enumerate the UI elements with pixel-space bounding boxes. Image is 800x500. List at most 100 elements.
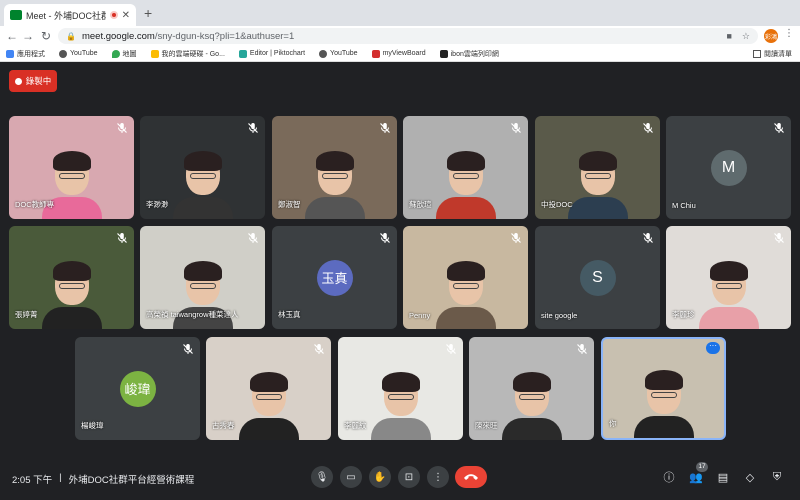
globe-icon: [59, 49, 67, 58]
separator: |: [59, 472, 62, 483]
mic-off-icon: [510, 121, 522, 133]
host-controls-button[interactable]: ⛨: [769, 469, 785, 485]
camera-button[interactable]: ▭: [340, 466, 362, 488]
more-options-icon[interactable]: ···: [706, 342, 720, 354]
mic-off-icon: [445, 342, 457, 354]
bookmark-myviewboard[interactable]: myViewBoard: [371, 49, 426, 58]
participant-name: 你: [609, 419, 617, 428]
bookmark-youtube-2[interactable]: YouTube: [319, 49, 358, 58]
leave-call-button[interactable]: [455, 466, 487, 488]
ibon-icon: [439, 49, 448, 58]
profile-avatar[interactable]: 彩鴻: [764, 29, 778, 43]
participant-tile[interactable]: M M Chiu: [666, 116, 791, 219]
participant-name: 李麗珍: [672, 310, 695, 319]
chat-button[interactable]: ▤: [715, 469, 731, 485]
mic-off-icon: [379, 231, 391, 243]
info-icon: ⓘ: [663, 472, 675, 484]
participant-tile[interactable]: 蘇歆瑄: [403, 116, 528, 219]
participant-tile[interactable]: 峻瑋楊峻瑋: [75, 337, 200, 440]
participant-avatar: 峻瑋: [119, 370, 156, 407]
recording-badge[interactable]: 錄製中: [9, 70, 57, 92]
activities-button[interactable]: ◇: [742, 469, 758, 485]
mic-off-icon: [576, 342, 588, 354]
back-icon[interactable]: ←: [4, 29, 20, 43]
tab-strip: Meet - 外埔DOC社群平台經 ✕ +: [0, 0, 800, 26]
video-camera-icon: ▭: [346, 471, 356, 483]
record-dot-icon: [14, 77, 22, 85]
participant-avatar: 玉真: [316, 259, 353, 296]
participant-video: [41, 261, 102, 329]
participant-name: 林玉真: [278, 310, 301, 319]
meeting-title: 外埔DOC社群平台經營術課程: [68, 475, 195, 486]
hang-up-icon: [464, 474, 478, 480]
participant-name: 李渺渺: [146, 200, 169, 209]
more-options-button[interactable]: ⋮: [427, 466, 449, 488]
participant-name: 高榮禎 taiwangrow種菜達人: [146, 310, 239, 319]
raise-hand-button[interactable]: ✋: [369, 466, 391, 488]
bookmark-ibon[interactable]: ibon雲端列印網: [439, 49, 499, 59]
participant-tile[interactable]: Ssite google: [535, 226, 660, 329]
camera-icon[interactable]: ■: [726, 31, 731, 42]
shapes-icon: ◇: [745, 471, 755, 484]
forward-icon[interactable]: →: [20, 29, 36, 43]
bookmarks-bar: 應用程式 YouTube 地圖 我的雲端硬碟 - Go... Editor | …: [0, 46, 800, 62]
microphone-button[interactable]: 🎙: [311, 466, 333, 488]
mic-off-icon: [182, 342, 194, 354]
participant-tile[interactable]: 古秀春: [206, 337, 331, 440]
participant-avatar: S: [579, 259, 616, 296]
bookmark-youtube[interactable]: YouTube: [59, 49, 98, 58]
more-vert-icon: ⋮: [433, 471, 443, 483]
participant-name: 古秀春: [212, 421, 235, 430]
participant-tile[interactable]: 高榮禎 taiwangrow種菜達人: [140, 226, 265, 329]
reload-icon[interactable]: ↻: [38, 29, 54, 43]
participant-tile[interactable]: 陳來旺: [469, 337, 594, 440]
participant-tile[interactable]: 玉真林玉真: [272, 226, 397, 329]
participant-name: 陳來旺: [475, 421, 498, 430]
participant-video: [370, 372, 431, 440]
mic-off-icon: [313, 342, 325, 354]
new-tab-button[interactable]: +: [144, 4, 152, 22]
participant-name: 楊峻瑋: [81, 421, 104, 430]
participant-tile[interactable]: 李麗珍: [666, 226, 791, 329]
bookmark-piktochart[interactable]: Editor | Piktochart: [238, 49, 305, 58]
participant-tile[interactable]: 中投DOC: [535, 116, 660, 219]
bookmark-maps[interactable]: 地圖: [111, 49, 137, 59]
bookmark-drive[interactable]: 我的雲端硬碟 - Go...: [150, 49, 225, 59]
participant-tile[interactable]: ··· 你: [601, 337, 726, 440]
people-icon: 👥: [689, 471, 703, 484]
mic-off-icon: [116, 231, 128, 243]
browser-menu-icon[interactable]: ⋮: [784, 28, 794, 39]
participant-name: M Chiu: [672, 201, 696, 210]
participant-tile[interactable]: Penny: [403, 226, 528, 329]
participant-tile[interactable]: 李渺渺: [140, 116, 265, 219]
tab-meet[interactable]: Meet - 外埔DOC社群平台經 ✕: [4, 4, 136, 26]
drive-icon: [150, 49, 159, 58]
participant-tile[interactable]: 鄭淑智: [272, 116, 397, 219]
url-field[interactable]: 🔒 meet.google.com/sny-dgun-ksq?pli=1&aut…: [58, 28, 758, 44]
participant-video: [633, 370, 694, 438]
star-icon[interactable]: ☆: [742, 31, 750, 42]
participant-name: 鄭淑智: [278, 200, 301, 209]
present-button[interactable]: ⊡: [398, 466, 420, 488]
participant-tile[interactable]: 李麗紋: [338, 337, 463, 440]
shield-lock-icon: ⛨: [772, 470, 782, 483]
apps-grid-icon: [6, 49, 14, 58]
close-tab-icon[interactable]: ✕: [122, 10, 130, 21]
reading-list[interactable]: 閱讀清單: [753, 49, 792, 59]
meeting-details-button[interactable]: ⓘ: [661, 469, 677, 485]
recording-indicator-icon: [109, 11, 118, 19]
participant-video: [698, 261, 759, 329]
chat-icon: ▤: [717, 471, 729, 484]
participant-tile[interactable]: DOC教師專: [9, 116, 134, 219]
participant-name: site google: [541, 311, 578, 320]
participant-video: [304, 151, 365, 219]
participant-video: [172, 151, 233, 219]
participant-tile[interactable]: 張婷菁: [9, 226, 134, 329]
participant-name: Penny: [409, 311, 431, 320]
mic-off-icon: [116, 121, 128, 133]
bookmark-apps[interactable]: 應用程式: [6, 49, 45, 59]
hand-icon: ✋: [373, 471, 387, 483]
participant-video: [567, 151, 628, 219]
present-screen-icon: ⊡: [404, 471, 414, 483]
participant-name: DOC教師專: [15, 200, 55, 209]
